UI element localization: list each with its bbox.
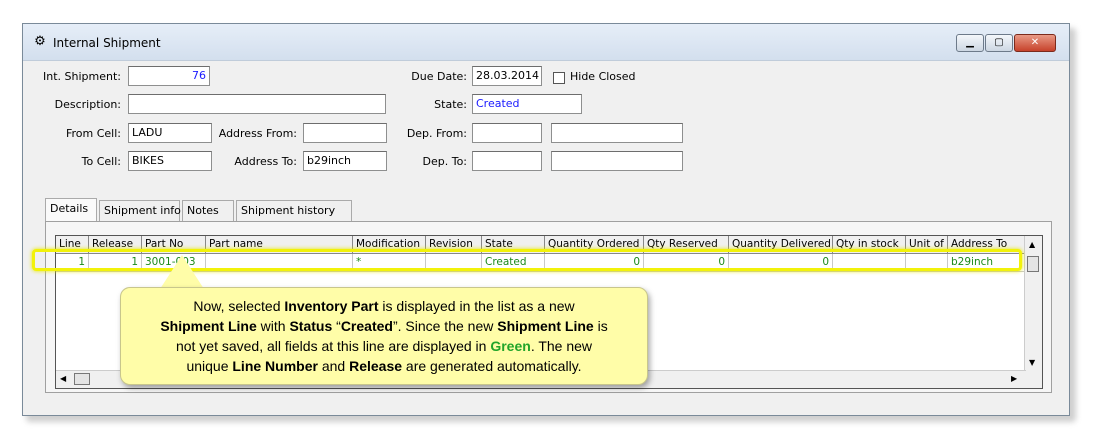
callout-bold: Release <box>349 358 403 374</box>
callout-bold: Shipment Line <box>497 318 594 334</box>
annotation-callout: Now, selected Inventory Part is displaye… <box>120 287 648 385</box>
description-label: Description: <box>54 98 121 111</box>
address-to-field[interactable]: b29inch <box>303 151 387 171</box>
window-title: Internal Shipment <box>53 36 161 50</box>
tab-details[interactable]: Details <box>45 198 97 222</box>
scroll-left-icon[interactable]: ◀ <box>60 374 66 383</box>
dep-from-name-field[interactable] <box>551 123 683 143</box>
title-bar[interactable]: ⚙ Internal Shipment ▁ ▢ ✕ <box>23 24 1069 61</box>
address-from-label: Address From: <box>218 127 297 140</box>
callout-text: not yet saved, all fields at this line a… <box>175 338 491 354</box>
callout-bold: Created <box>340 318 393 334</box>
close-button[interactable]: ✕ <box>1014 34 1056 52</box>
tab-notes[interactable]: Notes <box>182 200 234 222</box>
gear-icon: ⚙ <box>34 34 46 49</box>
int-shipment-field[interactable]: 76 <box>128 66 210 86</box>
address-to-label: Address To: <box>234 155 297 168</box>
callout-text: and <box>317 358 350 374</box>
scroll-up-icon[interactable]: ▲ <box>1029 240 1035 249</box>
callout-text: is displayed in the list as a new <box>378 298 575 314</box>
dep-from-label: Dep. From: <box>406 127 467 140</box>
dep-to-code-field[interactable] <box>472 151 542 171</box>
from-cell-label: From Cell: <box>65 127 121 140</box>
dep-to-name-field[interactable] <box>551 151 683 171</box>
callout-bold: Inventory Part <box>284 298 379 314</box>
hide-closed-label: Hide Closed <box>570 70 636 83</box>
address-from-field[interactable] <box>303 123 387 143</box>
to-cell-label: To Cell: <box>81 155 121 168</box>
callout-bold: Shipment Line <box>160 318 257 334</box>
callout-bold: Status <box>289 318 333 334</box>
scroll-right-icon[interactable]: ▶ <box>1011 374 1017 383</box>
to-cell-field[interactable]: BIKES <box>128 151 212 171</box>
dep-from-code-field[interactable] <box>472 123 542 143</box>
tab-shipment-info[interactable]: Shipment info <box>99 200 181 222</box>
callout-pointer <box>160 255 204 289</box>
hide-closed-checkbox[interactable] <box>553 72 565 84</box>
from-cell-field[interactable]: LADU <box>128 123 212 143</box>
callout-text: are generated automatically. <box>402 358 582 374</box>
callout-text: with <box>256 318 290 334</box>
state-label: State: <box>434 98 467 111</box>
minimize-button[interactable]: ▁ <box>956 34 984 52</box>
callout-text: Now, selected <box>193 298 285 314</box>
int-shipment-label: Int. Shipment: <box>43 70 121 83</box>
tab-shipment-history[interactable]: Shipment history <box>236 200 352 222</box>
callout-text: “ <box>332 318 341 334</box>
horizontal-scroll-thumb[interactable] <box>74 373 90 385</box>
maximize-button[interactable]: ▢ <box>985 34 1013 52</box>
due-date-label: Due Date: <box>411 70 467 83</box>
callout-green-word: Green <box>490 338 531 354</box>
callout-bold: Line Number <box>232 358 318 374</box>
description-field[interactable] <box>128 94 386 114</box>
vertical-scrollbar[interactable]: ▲ ▼ <box>1024 236 1042 388</box>
callout-text: unique <box>186 358 233 374</box>
scroll-down-icon[interactable]: ▼ <box>1029 358 1035 367</box>
dep-to-label: Dep. To: <box>422 155 468 168</box>
state-field[interactable]: Created <box>472 94 582 114</box>
due-date-field[interactable]: 28.03.2014 <box>472 66 542 86</box>
callout-text: . The new <box>530 338 593 354</box>
vertical-scroll-thumb[interactable] <box>1027 256 1039 272</box>
callout-text: ”. Since the new <box>392 318 498 334</box>
callout-text: is <box>593 318 608 334</box>
